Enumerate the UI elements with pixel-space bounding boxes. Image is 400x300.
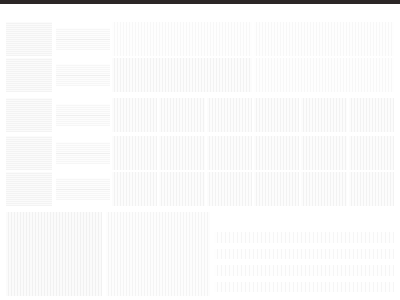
table-cell [206, 136, 252, 170]
table-cell [112, 22, 252, 56]
bottom-panel [6, 212, 394, 296]
table-cell [112, 136, 158, 170]
table-cell [159, 172, 205, 206]
row-input-field[interactable] [56, 28, 110, 50]
row-label [6, 58, 52, 92]
form-row [6, 58, 394, 92]
app-window [0, 0, 400, 300]
table-cell [112, 58, 252, 92]
bottom-middle-block [106, 212, 210, 296]
table-cell [301, 98, 347, 132]
row-input-field[interactable] [56, 142, 110, 164]
row-cells [112, 98, 394, 132]
table-cell [253, 136, 300, 170]
table-cell [301, 136, 347, 170]
table-cell [254, 22, 394, 56]
table-cell [348, 172, 394, 206]
table-cell [206, 172, 252, 206]
form-row [6, 136, 394, 170]
table-cell [159, 136, 205, 170]
row-cells [112, 172, 394, 206]
bottom-text-lines [214, 232, 394, 292]
row-cells [112, 136, 394, 170]
text-line [214, 232, 394, 243]
form-row [6, 172, 394, 206]
table-cell [206, 98, 252, 132]
row-input-field[interactable] [56, 64, 110, 86]
text-line [214, 281, 394, 292]
row-cells [112, 22, 394, 56]
row-label [6, 22, 52, 56]
text-line [214, 265, 394, 276]
bottom-left-block [6, 212, 102, 296]
row-label [6, 172, 52, 206]
row-input-field[interactable] [56, 178, 110, 200]
table-cell [159, 98, 205, 132]
table-cell [348, 98, 394, 132]
table-cell [253, 172, 300, 206]
row-label [6, 98, 52, 132]
table-cell [301, 172, 347, 206]
table-cell [112, 172, 158, 206]
text-line [214, 248, 394, 259]
table-cell [348, 136, 394, 170]
row-label [6, 136, 52, 170]
form-row [6, 98, 394, 132]
title-bar [0, 0, 400, 4]
row-cells [112, 58, 394, 92]
table-cell [254, 58, 394, 92]
table-cell [253, 98, 300, 132]
table-cell [112, 98, 158, 132]
form-row [6, 22, 394, 56]
row-input-field[interactable] [56, 104, 110, 126]
